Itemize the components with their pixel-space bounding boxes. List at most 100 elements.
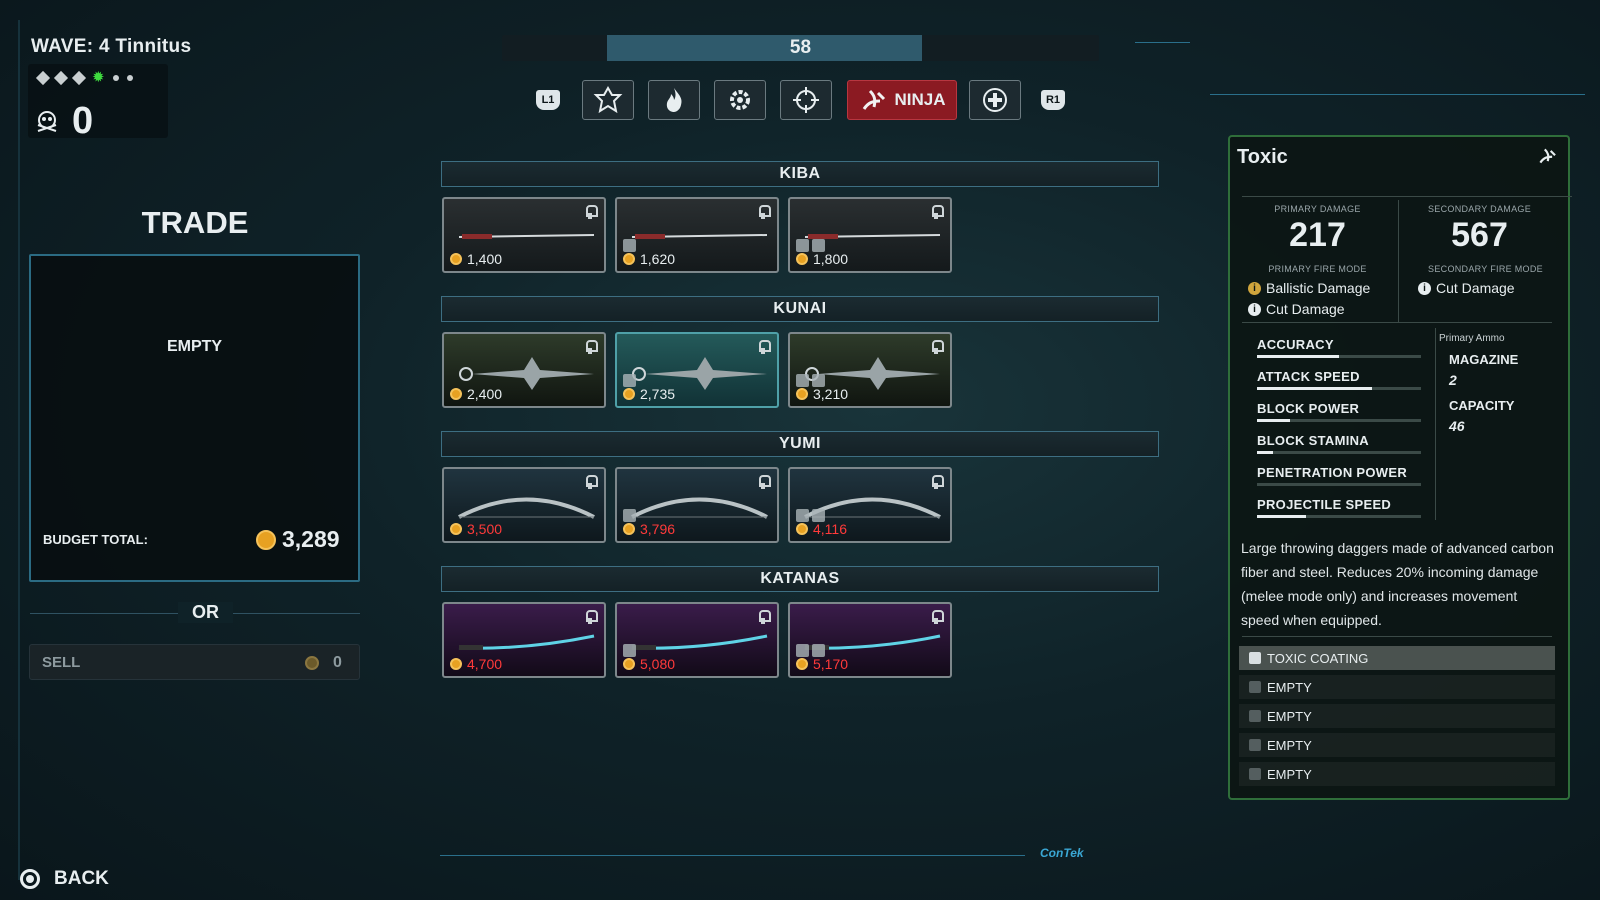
secondary-fire-mode-1: i Cut Damage — [1418, 280, 1515, 296]
price-value: 1,400 — [467, 251, 503, 267]
coin-icon — [796, 658, 808, 670]
attachment-slot-empty[interactable]: EMPTY — [1239, 733, 1555, 757]
frame-line-top-right — [1135, 42, 1190, 43]
wave-timer: 58 — [789, 37, 812, 58]
class-tab-ninja[interactable]: NINJA — [847, 80, 957, 120]
weapon-card[interactable]: 2,735 — [615, 332, 779, 408]
price-value: 4,700 — [467, 656, 503, 672]
weapon-card[interactable]: 1,800 — [788, 197, 952, 273]
lock-icon — [931, 340, 944, 354]
price: 5,170 — [796, 656, 848, 672]
l1-button[interactable]: L1 — [536, 90, 560, 110]
capacity-value: 46 — [1449, 418, 1465, 434]
stat-bar — [1257, 355, 1421, 358]
primary-fire-mode-2: i Cut Damage — [1248, 301, 1345, 317]
weapon-card[interactable]: 3,210 — [788, 332, 952, 408]
weapon-card[interactable]: 5,170 — [788, 602, 952, 678]
stat-bar-fill — [1257, 451, 1274, 454]
coin-icon — [450, 523, 462, 535]
price: 3,210 — [796, 386, 848, 402]
weapon-card[interactable]: 3,500 — [442, 467, 606, 543]
class-tab-firebug[interactable] — [648, 80, 700, 120]
class-tab-commando[interactable] — [582, 80, 634, 120]
attachment-slot-empty[interactable]: EMPTY — [1239, 762, 1555, 786]
wave-marker — [126, 75, 133, 81]
stat-label: PENETRATION POWER — [1257, 465, 1408, 480]
item-title: Toxic — [1237, 146, 1288, 168]
info-icon: i — [1248, 302, 1261, 316]
magazine-label: MAGAZINE — [1449, 352, 1519, 367]
medic-cross-icon — [983, 88, 1007, 112]
lock-icon — [585, 610, 598, 624]
price: 5,080 — [623, 656, 675, 672]
coin-icon — [623, 658, 635, 670]
weapon-card[interactable]: 5,080 — [615, 602, 779, 678]
price: 3,796 — [623, 521, 675, 537]
class-tab-engineer[interactable] — [714, 80, 766, 120]
attachment-slot-toxic-coating[interactable]: TOXIC COATING — [1239, 646, 1555, 670]
info-icon: i — [1248, 281, 1261, 295]
lock-icon — [585, 340, 598, 354]
sell-label: SELL — [42, 654, 81, 671]
kill-count: 0 — [72, 100, 94, 142]
slot-label: EMPTY — [1267, 737, 1312, 753]
coin-icon — [623, 388, 635, 400]
bug-icon: ✹ — [92, 69, 105, 86]
wave-label: WAVE: 4 Tinnitus — [31, 36, 192, 57]
price: 2,735 — [623, 386, 675, 402]
price: 4,116 — [796, 521, 847, 537]
attachment-slot-empty[interactable]: EMPTY — [1239, 704, 1555, 728]
price: 1,620 — [623, 251, 675, 267]
coin-icon — [796, 523, 808, 535]
item-description: Large throwing daggers made of advanced … — [1241, 540, 1554, 628]
lock-icon — [758, 475, 771, 489]
divider — [1435, 328, 1436, 520]
price: 4,700 — [450, 656, 502, 672]
class-tab-medic[interactable] — [969, 80, 1021, 120]
weapon-card[interactable]: 2,400 — [442, 332, 606, 408]
ninja-icon — [863, 89, 886, 110]
coin-icon — [450, 388, 462, 400]
coin-icon — [623, 523, 635, 535]
price-value: 1,800 — [813, 251, 849, 267]
class-tab-sharpshooter[interactable] — [780, 80, 832, 120]
price-value: 3,796 — [640, 521, 676, 537]
frame-line-left — [18, 20, 20, 880]
weapon-card[interactable]: 4,700 — [442, 602, 606, 678]
price: 1,800 — [796, 251, 848, 267]
brand-logo: ConTek — [1040, 846, 1084, 860]
stat-bar — [1257, 515, 1421, 518]
budget-label: BUDGET TOTAL: — [43, 532, 148, 547]
sell-value: 0 — [305, 654, 342, 672]
wave-marker — [71, 70, 87, 86]
stat-label: BLOCK POWER — [1257, 401, 1360, 416]
gear-icon — [730, 90, 750, 110]
coin-icon — [450, 253, 462, 265]
magazine-value: 2 — [1449, 372, 1457, 388]
secondary-damage-label: SECONDARY DAMAGE — [1428, 204, 1531, 214]
capacity-label: CAPACITY — [1449, 398, 1515, 413]
budget-total: 3,289 — [256, 526, 340, 553]
attachment-slot-empty[interactable]: EMPTY — [1239, 675, 1555, 699]
weapon-card[interactable]: 4,116 — [788, 467, 952, 543]
stat-label: BLOCK STAMINA — [1257, 433, 1369, 448]
crosshair-icon — [793, 87, 819, 113]
stat-bar-fill — [1257, 355, 1339, 358]
stat-label: ATTACK SPEED — [1257, 369, 1360, 384]
info-icon: i — [1418, 281, 1431, 295]
back-label: BACK — [54, 868, 109, 889]
price-value: 2,735 — [640, 386, 676, 402]
back-button[interactable]: BACK — [20, 868, 109, 890]
weapon-card[interactable]: 1,620 — [615, 197, 779, 273]
r1-button[interactable]: R1 — [1041, 90, 1065, 110]
attachment-icon — [1249, 768, 1261, 780]
stat-bar — [1257, 483, 1421, 486]
weapon-card[interactable]: 1,400 — [442, 197, 606, 273]
slot-label: EMPTY — [1267, 679, 1312, 695]
budget-value: 3,289 — [282, 526, 340, 552]
price-value: 4,116 — [813, 521, 847, 537]
flame-icon — [666, 88, 682, 112]
weapon-card[interactable]: 3,796 — [615, 467, 779, 543]
trade-title: TRADE — [141, 205, 249, 240]
price: 3,500 — [450, 521, 502, 537]
